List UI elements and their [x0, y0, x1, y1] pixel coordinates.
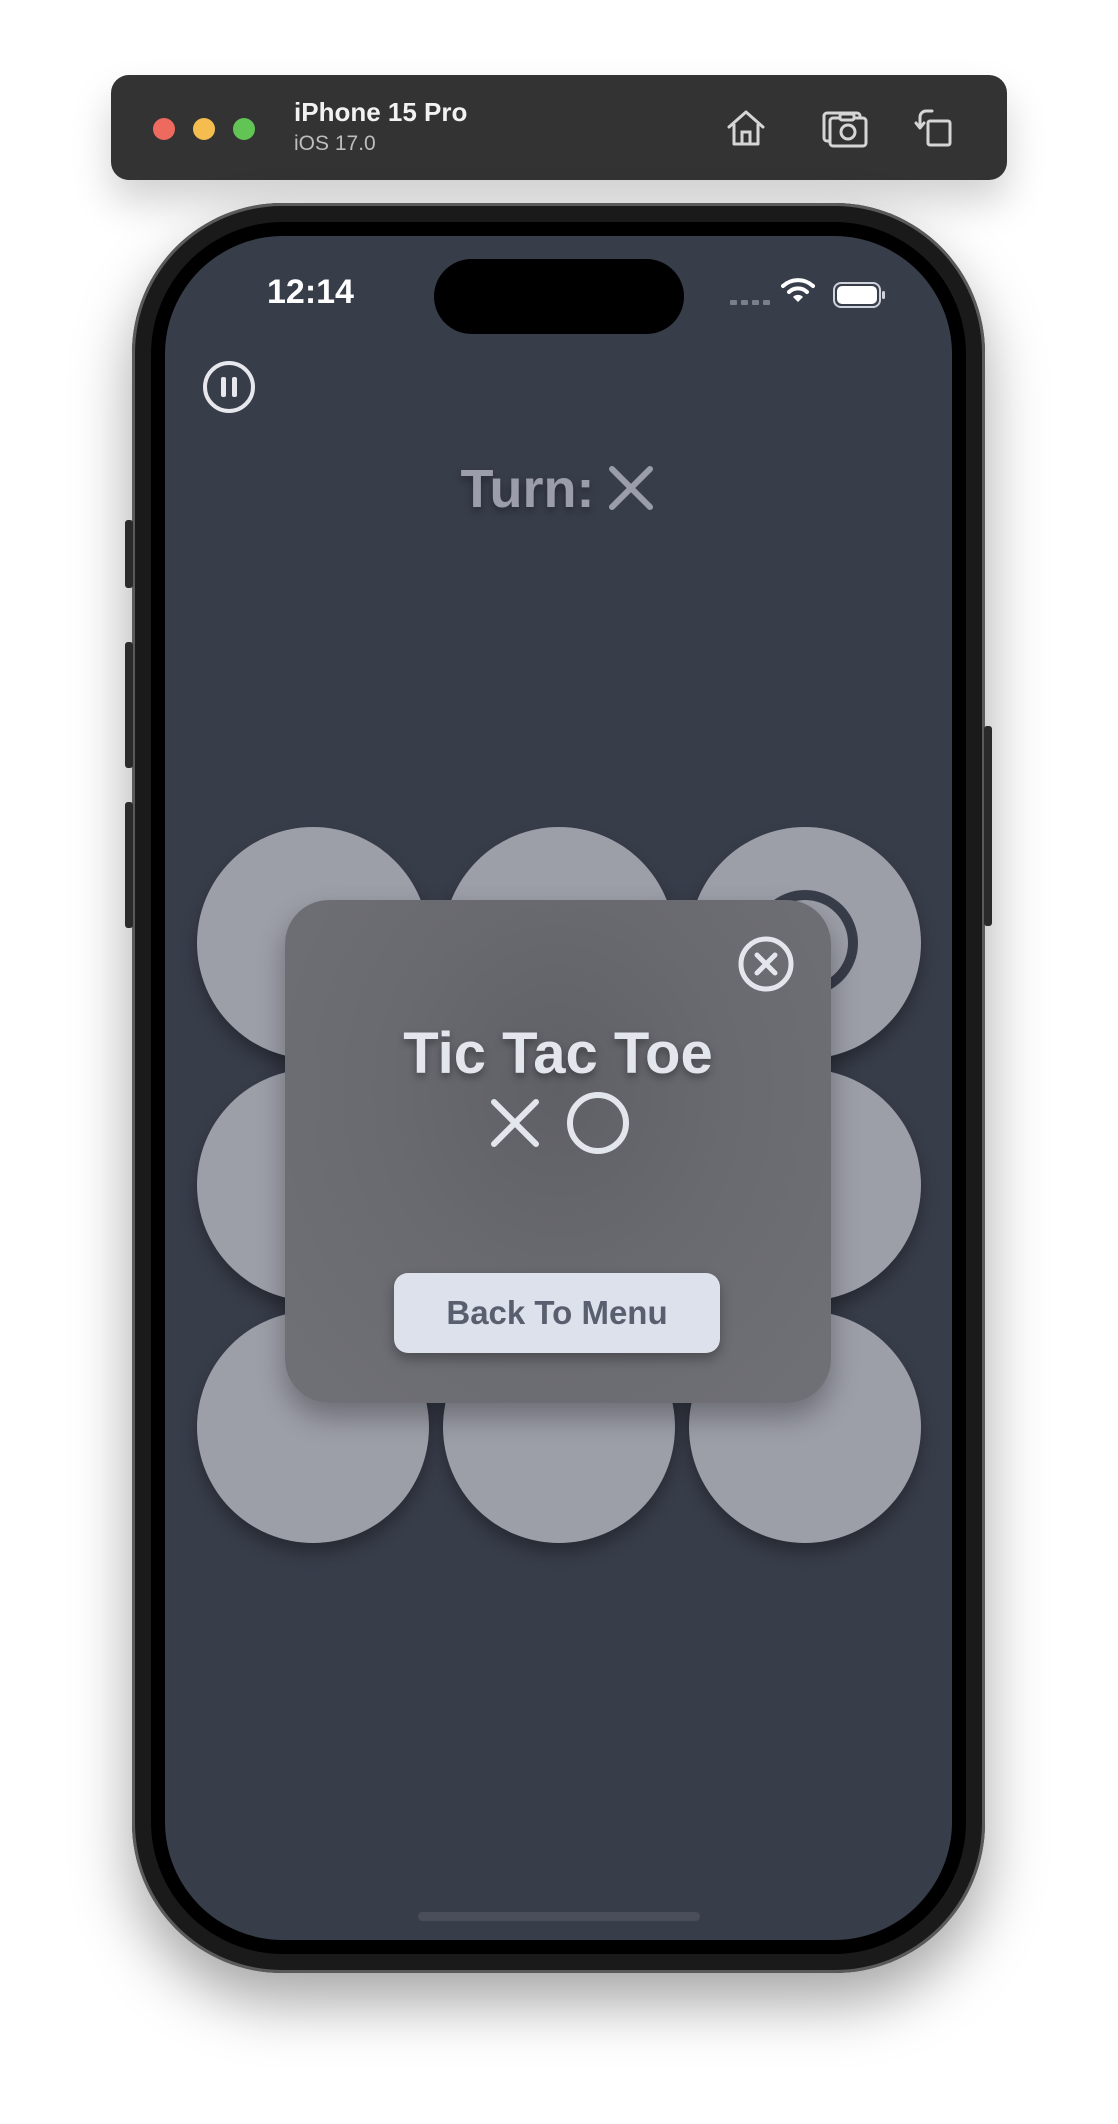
- battery-icon: [833, 282, 885, 308]
- o-symbol-icon: [567, 1092, 629, 1154]
- zoom-window-button[interactable]: [233, 118, 255, 140]
- turn-indicator: Turn:: [165, 458, 952, 520]
- minimize-window-button[interactable]: [193, 118, 215, 140]
- volume-down-button: [125, 802, 133, 928]
- rotate-icon[interactable]: [910, 103, 960, 153]
- pause-menu-modal: Tic Tac Toe Back To Menu: [285, 900, 831, 1403]
- modal-title: Tic Tac Toe: [403, 1021, 713, 1086]
- pause-button[interactable]: [202, 360, 256, 414]
- close-window-button[interactable]: [153, 118, 175, 140]
- simulator-toolbar: iPhone 15 Pro iOS 17.0: [111, 75, 1007, 180]
- action-button: [125, 520, 133, 588]
- close-icon[interactable]: [737, 935, 795, 993]
- home-icon[interactable]: [721, 103, 771, 153]
- volume-up-button: [125, 642, 133, 768]
- app-screen: 12:14 Turn: Tic Tac Toe Back To Menu: [165, 236, 952, 1940]
- x-mark-icon: [609, 466, 654, 510]
- x-symbol-icon: [491, 1099, 539, 1147]
- os-version: iOS 17.0: [294, 132, 376, 155]
- wifi-icon: [781, 278, 815, 302]
- cellular-signal-icon: [730, 300, 770, 305]
- status-time: 12:14: [267, 273, 354, 311]
- screenshot-icon[interactable]: [820, 103, 870, 153]
- dynamic-island: [434, 259, 684, 334]
- turn-label: Turn:: [460, 459, 595, 519]
- home-indicator[interactable]: [418, 1912, 700, 1921]
- back-to-menu-button[interactable]: Back To Menu: [394, 1273, 720, 1353]
- device-name: iPhone 15 Pro: [294, 97, 468, 127]
- power-button: [984, 726, 992, 926]
